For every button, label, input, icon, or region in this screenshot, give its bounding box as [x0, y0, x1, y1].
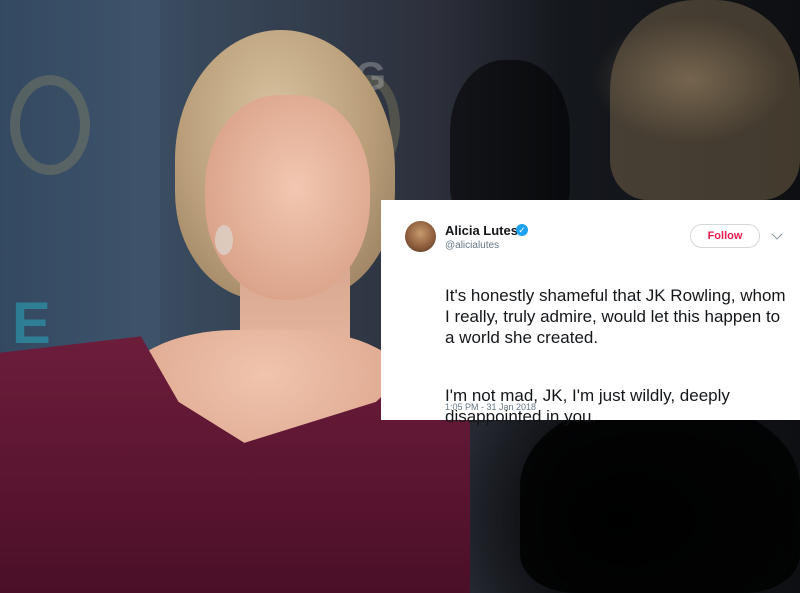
background-person [450, 60, 570, 220]
woman-face [205, 95, 370, 300]
tweet-timestamp[interactable]: 1:05 PM - 31 Jan 2018 [445, 402, 536, 412]
award-logo-ring [10, 75, 90, 175]
backdrop-letter-e: E [12, 291, 51, 356]
earring [215, 225, 233, 255]
tweet-paragraph: It's honestly shameful that JK Rowling, … [445, 286, 786, 347]
user-handle[interactable]: @alicialutes [445, 240, 499, 251]
background-person [610, 0, 800, 200]
display-name[interactable]: Alicia Lutes [445, 223, 518, 238]
verified-icon: ✓ [516, 224, 528, 236]
follow-button[interactable]: Follow [690, 224, 760, 248]
avatar[interactable] [405, 221, 436, 252]
chevron-down-icon[interactable] [771, 228, 783, 240]
tweet-card: Alicia Lutes ✓ @alicialutes Follow It's … [381, 200, 800, 426]
tweet-text: It's honestly shameful that JK Rowling, … [445, 264, 790, 464]
